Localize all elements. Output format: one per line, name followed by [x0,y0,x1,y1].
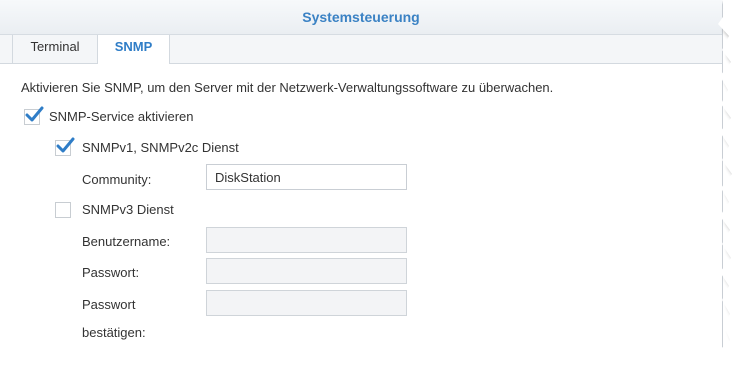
torn-edge-decoration [0,0,748,378]
